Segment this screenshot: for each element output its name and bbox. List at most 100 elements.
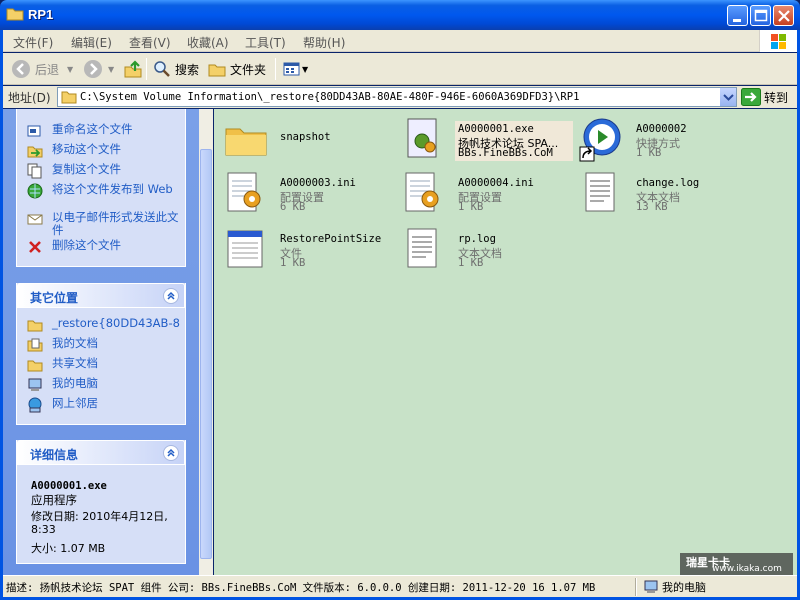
menu-favorites[interactable]: 收藏(A) bbox=[187, 34, 229, 51]
file-item-a0000004-ini[interactable]: A0000004.ini 配置设置 1 KB bbox=[400, 169, 580, 219]
details-file-name: A0000001.exe bbox=[31, 480, 107, 492]
text-document-icon bbox=[407, 228, 437, 268]
back-arrow-icon bbox=[12, 60, 30, 78]
views-dropdown-icon[interactable]: ▼ bbox=[302, 65, 308, 74]
folder-icon bbox=[27, 320, 43, 332]
folders-button[interactable]: 文件夹 bbox=[208, 58, 266, 80]
delete-icon bbox=[29, 241, 41, 253]
my-computer-icon bbox=[644, 580, 658, 593]
details-header[interactable]: 详细信息 bbox=[17, 440, 185, 465]
place-my-documents[interactable]: 我的文档 bbox=[27, 337, 98, 352]
window-frame-left bbox=[0, 30, 3, 600]
collapse-button[interactable] bbox=[163, 288, 179, 304]
scrollbar-thumb[interactable] bbox=[200, 149, 212, 559]
task-rename[interactable]: 重命名这个文件 bbox=[27, 123, 133, 137]
file-name: A0000004.ini bbox=[458, 177, 534, 189]
task-pane-scrollbar[interactable] bbox=[199, 109, 213, 575]
other-places-header[interactable]: 其它位置 bbox=[17, 283, 185, 308]
details-modified: 修改日期: 2010年4月12日, 8:33 bbox=[31, 510, 168, 536]
forward-dropdown-icon[interactable]: ▼ bbox=[108, 65, 114, 74]
menu-file[interactable]: 文件(F) bbox=[13, 34, 53, 51]
network-places-icon bbox=[28, 397, 42, 413]
task-publish-web[interactable]: 将这个文件发布到 Web bbox=[27, 183, 173, 199]
file-item-a0000001-exe[interactable]: A0000001.exe 扬帆技术论坛 SPA... BBs.FineBBs.C… bbox=[400, 115, 580, 165]
folder-icon bbox=[6, 8, 24, 21]
file-size: BBs.FineBBs.CoM bbox=[458, 147, 553, 159]
go-label: 转到 bbox=[764, 90, 789, 105]
chevron-down-icon bbox=[723, 94, 734, 101]
other-places-panel: 其它位置 _restore{80DD43AB-8 我的文档 共享文档 我的电脑 bbox=[16, 283, 186, 425]
task-move[interactable]: 移动这个文件 bbox=[27, 143, 121, 158]
place-my-computer[interactable]: 我的电脑 bbox=[27, 377, 98, 391]
minimize-button[interactable] bbox=[727, 5, 748, 26]
file-item-restorepointsize[interactable]: RestorePointSize 文件 1 KB bbox=[222, 225, 402, 275]
status-location: 我的电脑 bbox=[643, 579, 706, 595]
close-button[interactable] bbox=[773, 5, 794, 26]
maximize-button[interactable] bbox=[750, 5, 771, 26]
go-button[interactable]: 转到 bbox=[741, 87, 788, 107]
chevron-up-double-icon bbox=[167, 291, 175, 300]
file-item-a0000002[interactable]: A0000002 快捷方式 1 KB bbox=[578, 115, 758, 165]
main-area: 重命名这个文件 移动这个文件 复制这个文件 将这个文件发布到 Web 以电子邮件… bbox=[3, 109, 797, 575]
file-name: A0000003.ini bbox=[280, 177, 356, 189]
email-icon bbox=[27, 214, 43, 225]
windows-logo bbox=[759, 30, 797, 52]
task-email[interactable]: 以电子邮件形式发送此文件 bbox=[27, 211, 185, 237]
views-button[interactable]: ▼ bbox=[283, 58, 308, 80]
windows-flag-icon bbox=[771, 34, 786, 49]
my-computer-icon bbox=[28, 378, 42, 391]
forward-arrow-icon bbox=[84, 60, 102, 78]
task-copy[interactable]: 复制这个文件 bbox=[27, 163, 121, 179]
file-size: 1 KB bbox=[458, 257, 484, 269]
menu-help[interactable]: 帮助(H) bbox=[303, 34, 345, 51]
menu-tools[interactable]: 工具(T) bbox=[245, 34, 286, 51]
back-label: 后退 bbox=[35, 62, 60, 77]
details-size: 大小: 1.07 MB bbox=[31, 542, 106, 555]
rename-icon bbox=[27, 125, 41, 137]
back-dropdown-icon[interactable]: ▼ bbox=[67, 65, 73, 74]
file-size: 1 KB bbox=[458, 201, 484, 213]
place-network[interactable]: 网上邻居 bbox=[27, 397, 98, 413]
file-size: 1 KB bbox=[636, 147, 662, 159]
file-size: 6 KB bbox=[280, 201, 306, 213]
application-icon bbox=[407, 118, 437, 158]
search-button[interactable]: 搜索 bbox=[153, 58, 199, 80]
task-delete[interactable]: 删除这个文件 bbox=[27, 239, 121, 253]
back-button[interactable]: 后退 ▼ bbox=[11, 58, 73, 80]
menu-edit[interactable]: 编辑(E) bbox=[71, 34, 112, 51]
search-label: 搜索 bbox=[175, 62, 200, 77]
address-dropdown-button[interactable] bbox=[719, 88, 736, 106]
folder-icon bbox=[225, 128, 267, 156]
toolbar-separator bbox=[275, 58, 276, 80]
address-path: C:\System Volume Information\_restore{80… bbox=[80, 91, 580, 103]
copy-icon bbox=[27, 163, 42, 179]
place-shared-documents[interactable]: 共享文档 bbox=[27, 357, 98, 372]
status-location-label: 我的电脑 bbox=[662, 581, 706, 594]
up-folder-button[interactable] bbox=[123, 58, 143, 80]
address-input[interactable]: C:\System Volume Information\_restore{80… bbox=[57, 87, 737, 107]
menu-view[interactable]: 查看(V) bbox=[129, 34, 171, 51]
ini-settings-icon bbox=[405, 172, 439, 212]
status-description: 描述: 扬帆技术论坛 SPAT 组件 公司: BBs.FineBBs.CoM 文… bbox=[6, 582, 596, 594]
file-name: RestorePointSize bbox=[280, 233, 382, 245]
file-item-change-log[interactable]: change.log 文本文档 13 KB bbox=[578, 169, 758, 219]
collapse-button[interactable] bbox=[163, 445, 179, 461]
file-size: 1 KB bbox=[280, 257, 306, 269]
file-name: A0000001.exe bbox=[458, 123, 534, 135]
folder-icon bbox=[61, 91, 77, 104]
search-icon bbox=[154, 61, 170, 77]
details-title: 详细信息 bbox=[30, 448, 79, 462]
place-restore-folder[interactable]: _restore{80DD43AB-8 bbox=[27, 317, 180, 332]
file-name: rp.log bbox=[458, 233, 496, 245]
forward-button[interactable]: ▼ bbox=[83, 58, 114, 80]
title-bar[interactable]: RP1 bbox=[0, 0, 800, 30]
file-size: 13 KB bbox=[636, 201, 668, 213]
file-list: snapshot A0000001.exe 扬帆技术论坛 SPA... BBs.… bbox=[214, 109, 797, 575]
file-item-rp-log[interactable]: rp.log 文本文档 1 KB bbox=[400, 225, 580, 275]
media-player-shortcut-icon bbox=[579, 118, 621, 162]
file-item-a0000003-ini[interactable]: A0000003.ini 配置设置 6 KB bbox=[222, 169, 402, 219]
file-item-snapshot[interactable]: snapshot bbox=[222, 115, 402, 165]
folders-label: 文件夹 bbox=[230, 62, 267, 77]
address-label: 地址(D) bbox=[8, 91, 51, 105]
file-name: change.log bbox=[636, 177, 700, 189]
